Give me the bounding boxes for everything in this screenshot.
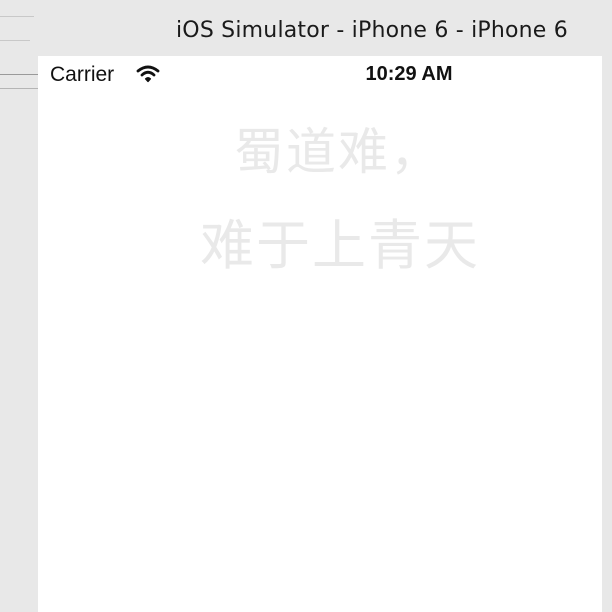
chrome-divider: [0, 16, 34, 17]
simulator-window: iOS Simulator - iPhone 6 - iPhone 6 Carr…: [0, 0, 612, 612]
wifi-icon-glyph: [136, 65, 160, 83]
wifi-icon: [136, 64, 160, 84]
window-titlebar: iOS Simulator - iPhone 6 - iPhone 6: [0, 0, 612, 56]
window-title: iOS Simulator - iPhone 6 - iPhone 6: [176, 18, 568, 43]
poem-line-2: 难于上青天: [200, 214, 480, 277]
chrome-divider: [0, 88, 38, 89]
poem-line-1: 蜀道难，: [234, 123, 442, 181]
status-bar: Carrier 10:29 AM: [38, 56, 602, 94]
device-screen[interactable]: Carrier 10:29 AM 蜀道难， 难于上青天: [38, 56, 602, 612]
chrome-divider: [0, 40, 30, 41]
carrier-label: Carrier: [50, 63, 115, 86]
chrome-divider: [0, 74, 38, 75]
status-time: 10:29 AM: [365, 63, 453, 85]
device-frame-edge: [602, 56, 612, 612]
